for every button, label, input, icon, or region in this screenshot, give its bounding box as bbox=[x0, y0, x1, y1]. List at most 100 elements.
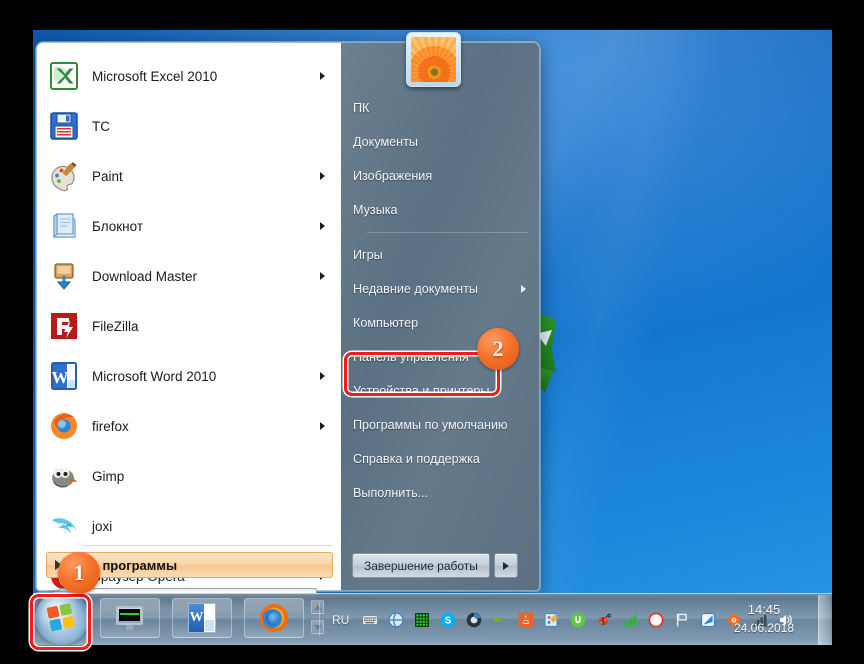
start-menu-program-item[interactable]: FileZilla bbox=[38, 301, 341, 351]
gimp-icon bbox=[48, 460, 80, 492]
firefox-icon bbox=[260, 604, 288, 632]
chevron-right-icon bbox=[502, 561, 509, 570]
language-indicator[interactable]: RU bbox=[332, 613, 349, 627]
place-label: Устройства и принтеры bbox=[353, 384, 490, 398]
start-menu-place-item[interactable]: Документы bbox=[341, 125, 540, 159]
word-icon: W bbox=[48, 360, 80, 392]
flower-avatar-icon bbox=[411, 37, 456, 82]
flag-icon[interactable] bbox=[674, 612, 690, 628]
dark-circle-icon[interactable] bbox=[466, 612, 482, 628]
colorful-bug-icon[interactable] bbox=[596, 612, 612, 628]
clock-date: 24.06.2018 bbox=[733, 621, 795, 635]
start-menu-place-item[interactable]: Игры bbox=[341, 238, 540, 272]
taskbar-firefox[interactable] bbox=[244, 598, 304, 638]
monitor-icon bbox=[115, 606, 145, 630]
start-menu-program-item[interactable]: Gimp bbox=[38, 451, 341, 501]
green-grid-icon[interactable] bbox=[414, 612, 430, 628]
places-separator bbox=[367, 232, 528, 233]
floppy-icon bbox=[48, 110, 80, 142]
program-label: Download Master bbox=[92, 268, 198, 284]
start-menu-place-item[interactable]: Программы по умолчанию bbox=[341, 408, 540, 442]
pinned-programs-list: Microsoft Excel 2010 TC Paint Блокнот Downlo… bbox=[38, 51, 341, 601]
place-label: Игры bbox=[353, 248, 383, 262]
taskbar-system-monitor[interactable] bbox=[100, 598, 160, 638]
start-button[interactable] bbox=[35, 591, 89, 645]
paint-app-icon[interactable] bbox=[544, 612, 560, 628]
program-label: TC bbox=[92, 118, 110, 134]
joxi-icon bbox=[48, 510, 80, 542]
start-menu-program-item[interactable]: W Microsoft Word 2010 bbox=[38, 351, 341, 401]
start-menu-place-item[interactable]: ПК bbox=[341, 91, 540, 125]
chevron-right-icon bbox=[320, 272, 325, 280]
nvidia-icon[interactable] bbox=[492, 612, 508, 628]
show-desktop-button[interactable] bbox=[818, 595, 831, 645]
start-menu-place-item[interactable]: Недавние документы bbox=[341, 272, 540, 306]
screenshot-stage: Microsoft Excel 2010 TC Paint Блокнот Downlo… bbox=[0, 0, 864, 664]
place-label: Программы по умолчанию bbox=[353, 418, 508, 432]
start-menu-program-item[interactable]: firefox bbox=[38, 401, 341, 451]
start-menu-place-item[interactable]: Устройства и принтеры bbox=[341, 374, 540, 408]
excel-icon bbox=[48, 60, 80, 92]
shutdown-area: Завершение работы bbox=[352, 553, 518, 578]
avatar[interactable] bbox=[406, 32, 461, 87]
wallpaper-flag-icon bbox=[538, 330, 552, 346]
clock[interactable]: 14:45 24.06.2018 bbox=[718, 600, 810, 638]
skype-icon[interactable]: S bbox=[440, 612, 456, 628]
start-menu-program-item[interactable]: Paint bbox=[38, 151, 341, 201]
firefox-icon bbox=[48, 410, 80, 442]
globe-icon[interactable] bbox=[388, 612, 404, 628]
start-menu-program-item[interactable]: Microsoft Excel 2010 bbox=[38, 51, 341, 101]
tray-divider bbox=[319, 602, 320, 636]
taskbar-word[interactable]: W bbox=[172, 598, 232, 638]
start-menu-place-item[interactable]: Изображения bbox=[341, 159, 540, 193]
program-label: Paint bbox=[92, 168, 123, 184]
keyboard-icon[interactable] bbox=[362, 612, 379, 628]
annotation-badge-1: 1 bbox=[58, 552, 100, 594]
program-label: Microsoft Word 2010 bbox=[92, 368, 217, 384]
shutdown-options-button[interactable] bbox=[493, 553, 518, 578]
svg-text:S: S bbox=[445, 616, 452, 627]
program-label: Gimp bbox=[92, 468, 125, 484]
notepad-icon bbox=[48, 210, 80, 242]
download-icon bbox=[48, 260, 80, 292]
program-label: Microsoft Excel 2010 bbox=[92, 68, 218, 84]
chevron-right-icon bbox=[320, 372, 325, 380]
svg-text:W: W bbox=[52, 368, 69, 387]
clock-time: 14:45 bbox=[747, 602, 781, 617]
start-menu-program-item[interactable]: Download Master bbox=[38, 251, 341, 301]
blue-arrow-icon[interactable] bbox=[700, 612, 716, 628]
start-menu-place-item[interactable]: Музыка bbox=[341, 193, 540, 227]
place-label: Компьютер bbox=[353, 316, 419, 330]
place-label: Панель управления bbox=[353, 350, 469, 364]
programs-separator bbox=[83, 545, 333, 546]
place-label: Справка и поддержка bbox=[353, 452, 480, 466]
paint-icon bbox=[48, 160, 80, 192]
word-icon: W bbox=[188, 603, 216, 633]
java-icon[interactable] bbox=[518, 612, 534, 628]
start-menu-place-item[interactable]: Справка и поддержка bbox=[341, 442, 540, 476]
start-menu-program-item[interactable]: Блокнот bbox=[38, 201, 341, 251]
place-label: Изображения bbox=[353, 169, 433, 183]
start-menu-right-pane: ПК Документы Изображения Музыка Игры Недавние… bbox=[341, 42, 540, 591]
place-label: ПК bbox=[353, 101, 370, 115]
shutdown-button[interactable]: Завершение работы bbox=[352, 553, 490, 578]
start-menu-program-item[interactable]: TC bbox=[38, 101, 341, 151]
place-label: Недавние документы bbox=[353, 282, 478, 296]
start-menu-program-item[interactable]: joxi bbox=[38, 501, 341, 551]
signal-bars-icon[interactable] bbox=[622, 612, 638, 628]
taskbar: W RU S 14:45 24.06.2018 bbox=[33, 591, 832, 645]
chevron-right-icon bbox=[320, 72, 325, 80]
program-label: joxi bbox=[92, 518, 113, 534]
start-menu-place-item[interactable]: Выполнить... bbox=[341, 476, 540, 510]
start-menu-places-list: ПК Документы Изображения Музыка Игры Недавние… bbox=[341, 91, 540, 510]
place-label: Выполнить... bbox=[353, 486, 429, 500]
windows-logo-icon bbox=[46, 602, 78, 634]
chevron-right-icon bbox=[320, 222, 325, 230]
annotation-badge-2: 2 bbox=[477, 328, 519, 370]
program-label: firefox bbox=[92, 418, 129, 434]
start-menu-left-pane: Microsoft Excel 2010 TC Paint Блокнот Downlo… bbox=[36, 42, 341, 612]
utorrent-icon[interactable] bbox=[570, 612, 586, 628]
start-menu-panel: Microsoft Excel 2010 TC Paint Блокнот Downlo… bbox=[36, 42, 540, 612]
red-circle-icon[interactable] bbox=[648, 612, 664, 628]
chevron-right-icon bbox=[521, 285, 526, 293]
